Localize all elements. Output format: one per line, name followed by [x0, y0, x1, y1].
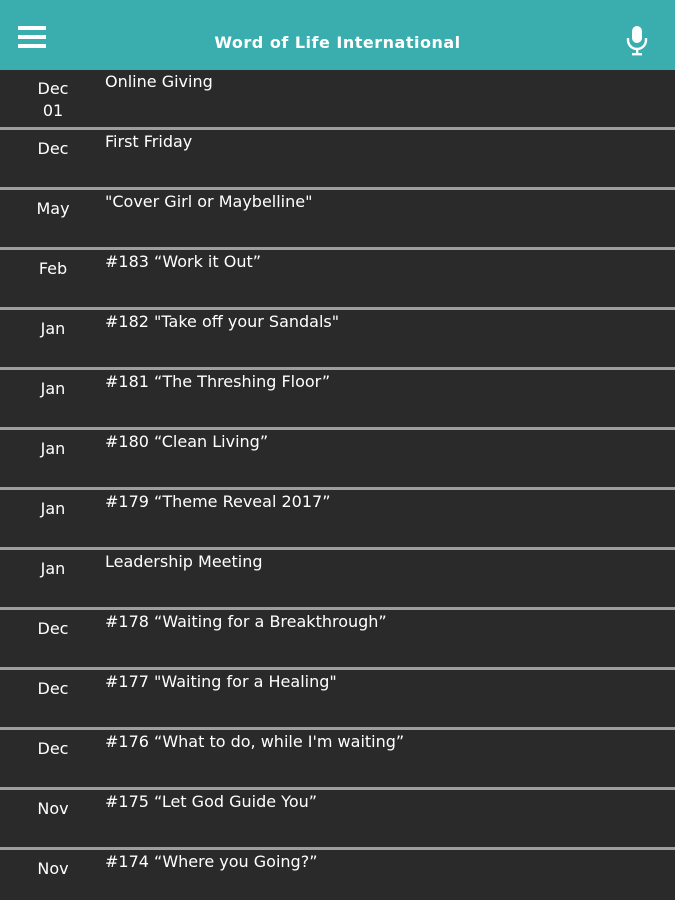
item-title: #181 “The Threshing Floor” [105, 372, 331, 391]
list-item[interactable]: May "Cover Girl or Maybelline" [0, 190, 675, 250]
item-date: Jan [40, 379, 66, 398]
item-date: Nov [37, 859, 69, 878]
item-title: #179 “Theme Reveal 2017” [105, 492, 331, 511]
app-screen: Word of Life International Dec 01 Online … [0, 0, 675, 900]
app-title: Word of Life International [214, 33, 461, 52]
item-date: Feb [38, 259, 68, 278]
item-title: Leadership Meeting [105, 552, 263, 571]
item-title: #178 “Waiting for a Breakthrough” [105, 612, 387, 631]
list-item[interactable]: Dec 01 Online Giving [0, 70, 675, 130]
item-date: Jan [40, 499, 66, 518]
item-title: #174 “Where you Going?” [105, 852, 318, 871]
list-item[interactable]: Jan Leadership Meeting [0, 550, 675, 610]
list-item[interactable]: Dec #178 “Waiting for a Breakthrough” [0, 610, 675, 670]
item-date: May [36, 199, 70, 218]
item-title: #177 "Waiting for a Healing" [105, 672, 337, 691]
item-date: Jan [40, 439, 66, 458]
item-title: "Cover Girl or Maybelline" [105, 192, 313, 211]
list-item[interactable]: Jan #180 “Clean Living” [0, 430, 675, 490]
list-item[interactable]: Nov #175 “Let God Guide You” [0, 790, 675, 850]
sermon-list: Dec 01 Online Giving Dec First Friday May "Co… [0, 70, 675, 900]
item-date: Dec 01 [37, 79, 69, 120]
item-date: Jan [40, 559, 66, 578]
list-item[interactable]: Dec #177 "Waiting for a Healing" [0, 670, 675, 730]
item-date: Jan [40, 319, 66, 338]
item-title: #175 “Let God Guide You” [105, 792, 318, 811]
item-title: #176 “What to do, while I'm waiting” [105, 732, 405, 751]
item-title: #183 “Work it Out” [105, 252, 262, 271]
list-item[interactable]: Jan #179 “Theme Reveal 2017” [0, 490, 675, 550]
app-header: Word of Life International [0, 0, 675, 70]
item-title: #180 “Clean Living” [105, 432, 269, 451]
list-item[interactable]: Jan #182 "Take off your Sandals" [0, 310, 675, 370]
list-item[interactable]: Jan #181 “The Threshing Floor” [0, 370, 675, 430]
item-date: Dec [37, 739, 69, 758]
item-title: Online Giving [105, 72, 213, 91]
list-item[interactable]: Nov #174 “Where you Going?” [0, 850, 675, 900]
item-date: Nov [37, 799, 69, 818]
list-item[interactable]: Feb #183 “Work it Out” [0, 250, 675, 310]
microphone-icon [626, 26, 648, 56]
voice-search-button[interactable] [625, 25, 651, 57]
list-item[interactable]: Dec #176 “What to do, while I'm waiting” [0, 730, 675, 790]
item-date: Dec [37, 139, 69, 158]
list-item[interactable]: Dec First Friday [0, 130, 675, 190]
item-date: Dec [37, 619, 69, 638]
item-date: Dec [37, 679, 69, 698]
item-title: First Friday [105, 132, 193, 151]
item-title: #182 "Take off your Sandals" [105, 312, 340, 331]
